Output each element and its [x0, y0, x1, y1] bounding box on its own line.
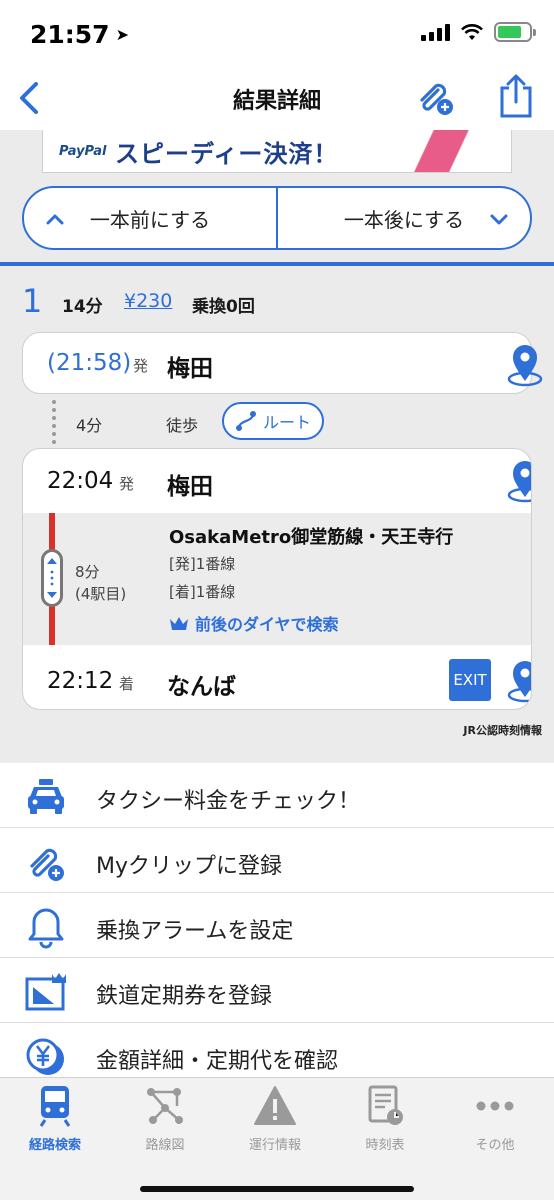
walk-mode: 徒歩 [166, 416, 199, 435]
tab-service-info[interactable]: 運行情報 [220, 1084, 330, 1158]
chevron-down-icon [490, 214, 508, 225]
stops-expand-toggle[interactable] [41, 549, 63, 607]
arrive-time: 22:12 [47, 668, 114, 694]
banner-text: スピーディー決済！ [115, 140, 339, 168]
depart-time: 22:04 [47, 468, 114, 494]
timetable-icon [368, 1085, 403, 1125]
expand-stops-icon [47, 558, 57, 598]
next-train-label: 一本後にする [343, 207, 465, 232]
menu-item-myclip[interactable]: Myクリップに登録 [0, 828, 554, 893]
navigation-bar: 結果詳細 [0, 66, 554, 130]
status-time: 21:57 ➤ [30, 20, 129, 49]
status-bar: 21:57 ➤ [0, 0, 554, 66]
paperclip-plus-icon[interactable] [412, 74, 456, 118]
walk-route-button[interactable]: ルート [222, 402, 324, 440]
jr-credit: JR公認時刻情報 [463, 724, 542, 737]
map-pin-icon[interactable] [505, 341, 545, 387]
depart-platform: [発]1番線 [169, 555, 236, 573]
exit-info-button[interactable]: EXIT [449, 659, 491, 701]
total-duration: 14分 [62, 297, 103, 317]
ride-minutes: 8分 [75, 563, 100, 581]
depart-kind: 発 [119, 475, 135, 493]
status-time-text: 21:57 [30, 20, 110, 49]
warning-icon [254, 1086, 296, 1125]
route-map-icon [147, 1088, 183, 1124]
crown-icon [170, 617, 188, 630]
previous-train-button[interactable]: 一本前にする [24, 188, 278, 248]
arrive-station: なんば [167, 674, 236, 700]
walk-connector [52, 400, 56, 444]
walk-route-label: ルート [262, 413, 311, 432]
cellular-signal-icon [421, 23, 450, 41]
train-icon [39, 1086, 71, 1127]
share-icon[interactable] [496, 72, 536, 120]
dia-search-link[interactable]: 前後のダイヤで検索 [169, 611, 339, 635]
banner-decoration [391, 130, 511, 172]
fare-link[interactable]: ¥230 [124, 290, 172, 312]
ride-stops: (4駅目) [75, 585, 127, 603]
start-time: (21:58) [47, 350, 132, 376]
home-indicator [140, 1186, 414, 1192]
tab-label: その他 [475, 1138, 515, 1153]
tab-more[interactable]: その他 [440, 1084, 550, 1158]
start-kind: 発 [133, 357, 149, 375]
tab-route-search[interactable]: 経路検索 [0, 1084, 110, 1158]
route-summary: 1 14分 ¥230 乗換0回 [0, 282, 554, 322]
menu-item-taxi[interactable]: タクシー料金をチェック！ [0, 763, 554, 828]
page-title: 結果詳細 [232, 89, 321, 114]
ad-banner[interactable]: PayPal スピーディー決済！ [42, 130, 512, 173]
depart-station: 梅田 [167, 474, 213, 500]
start-station: 梅田 [167, 356, 213, 382]
previous-train-label: 一本前にする [89, 207, 211, 232]
menu-label: Myクリップに登録 [96, 854, 283, 879]
menu-item-commuter-pass[interactable]: 鉄道定期券を登録 [0, 958, 554, 1023]
arrive-kind: 着 [119, 675, 135, 693]
menu-label: タクシー料金をチェック！ [96, 789, 361, 814]
banner-logo: PayPal [59, 144, 107, 159]
tab-bar: 経路検索 路線図 運行情報 時刻表 その他 [0, 1077, 554, 1200]
route-icon [235, 411, 256, 431]
battery-icon [494, 22, 536, 42]
line-name: OsakaMetro御堂筋線・天王寺行 [169, 527, 454, 548]
action-menu: タクシー料金をチェック！ Myクリップに登録 乗換アラームを設定 鉄道定期券を登… [0, 763, 554, 1088]
next-train-button[interactable]: 一本後にする [278, 188, 530, 248]
wifi-icon [461, 24, 483, 40]
ride-card: 22:04 発 梅田 8分 (4駅目) OsakaMetro御堂筋線・天王寺行 … [22, 448, 532, 710]
status-icons [421, 22, 536, 42]
chevron-up-icon [46, 214, 64, 225]
start-station-card[interactable]: (21:58) 発 梅田 [22, 332, 543, 394]
tab-label: 運行情報 [248, 1138, 301, 1153]
tab-label: 時刻表 [365, 1138, 405, 1153]
map-pin-icon[interactable] [505, 657, 532, 703]
arrive-platform: [着]1番線 [169, 583, 236, 601]
menu-label: 乗換アラームを設定 [96, 919, 294, 944]
bell-icon [28, 908, 64, 949]
commuter-pass-icon [25, 973, 66, 1011]
map-pin-icon[interactable] [505, 457, 532, 503]
route-number: 1 [22, 282, 43, 320]
more-icon [476, 1101, 514, 1111]
tab-label: 路線図 [145, 1138, 185, 1153]
divider [0, 262, 554, 266]
menu-label: 鉄道定期券を登録 [96, 984, 273, 1009]
location-arrow-icon: ➤ [115, 25, 129, 44]
train-shift-control: 一本前にする 一本後にする [22, 186, 532, 250]
tab-label: 経路検索 [28, 1138, 81, 1153]
tab-timetable[interactable]: 時刻表 [330, 1084, 440, 1158]
menu-item-alarm[interactable]: 乗換アラームを設定 [0, 893, 554, 958]
tab-route-map[interactable]: 路線図 [110, 1084, 220, 1158]
transfer-count: 乗換0回 [192, 297, 255, 317]
menu-label: 金額詳細・定期代を確認 [96, 1049, 339, 1074]
yen-coin-icon [26, 1038, 64, 1075]
taxi-icon [28, 779, 64, 814]
paperclip-plus-icon [30, 848, 64, 881]
dia-search-label: 前後のダイヤで検索 [195, 615, 339, 634]
walk-minutes: 4分 [76, 416, 103, 435]
